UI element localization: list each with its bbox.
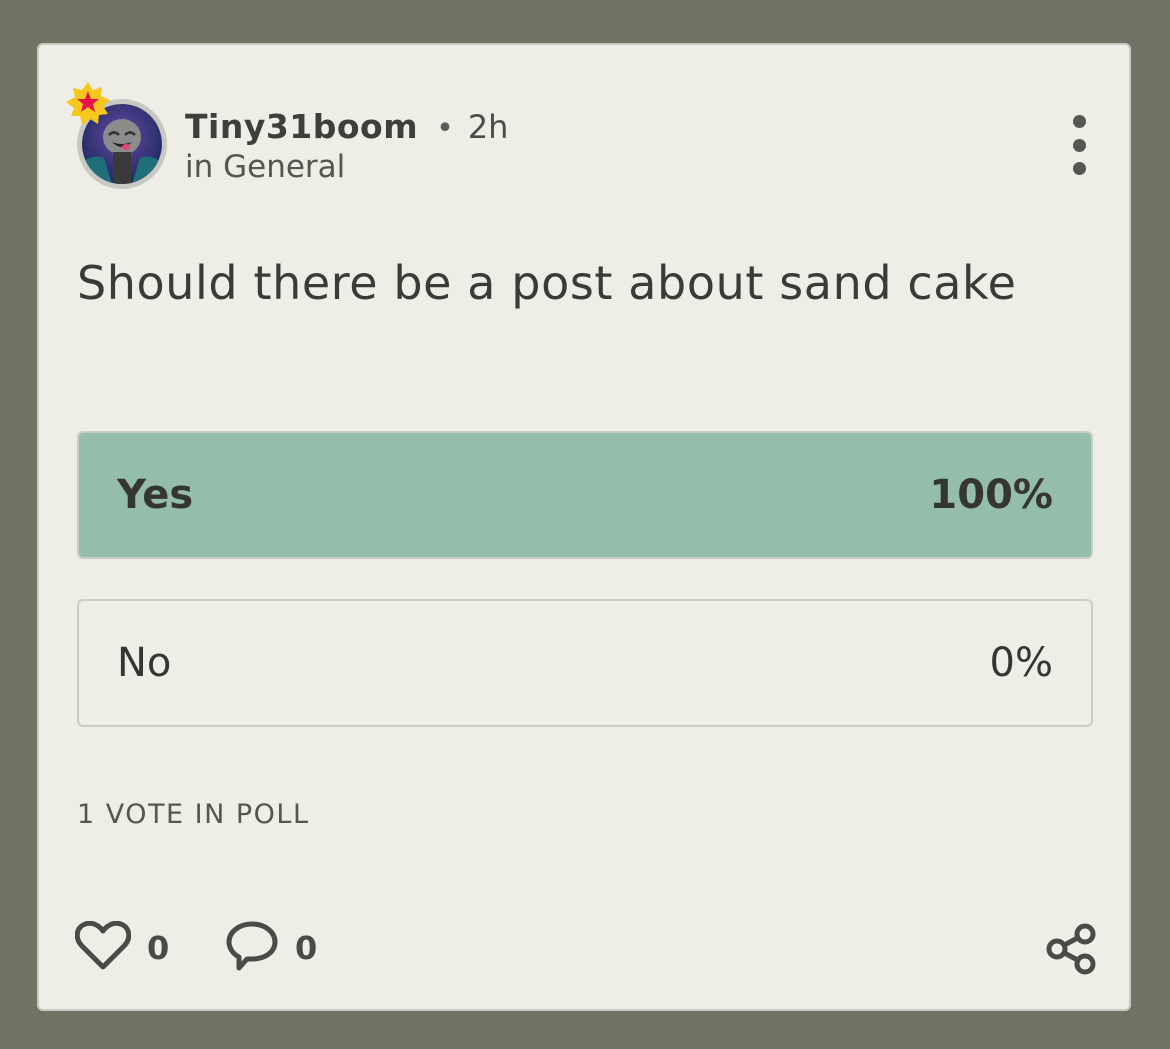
poll-option-percent: 0%: [989, 640, 1053, 686]
speech-bubble-icon: [225, 920, 279, 976]
separator-dot: •: [436, 111, 454, 146]
more-dot: [1072, 138, 1086, 152]
author-line: Tiny31boom • 2h: [185, 107, 508, 147]
poll-option-label: Yes: [117, 472, 194, 518]
comment-count: 0: [295, 929, 318, 967]
more-dot: [1072, 115, 1086, 128]
post-title: Should there be a post about sand cake: [77, 256, 1017, 310]
poll-option-label: No: [117, 640, 172, 686]
like-button[interactable]: 0: [74, 913, 170, 983]
post-footer: 0 0: [74, 913, 1099, 983]
poll-option-yes[interactable]: Yes 100%: [77, 431, 1093, 559]
like-count: 0: [147, 929, 170, 967]
author-name[interactable]: Tiny31boom: [185, 107, 418, 146]
poll-vote-count: 1 VOTE IN POLL: [77, 799, 310, 830]
comment-button[interactable]: 0: [225, 913, 317, 983]
share-icon[interactable]: [1043, 921, 1099, 977]
author-block: Tiny31boom • 2h in General: [185, 107, 508, 185]
more-vertical-icon[interactable]: [1065, 115, 1093, 175]
post-category[interactable]: in General: [185, 149, 508, 185]
more-dot: [1072, 162, 1086, 175]
post-header: Tiny31boom • 2h in General: [66, 82, 1097, 195]
poll-option-no[interactable]: No 0%: [77, 599, 1093, 727]
star-badge-icon: [65, 81, 111, 127]
poll-option-percent: 100%: [929, 472, 1053, 518]
heart-icon: [74, 920, 132, 975]
post-time: 2h: [467, 108, 509, 146]
author-avatar-wrap[interactable]: [66, 82, 167, 189]
post-card: Tiny31boom • 2h in General Should there …: [37, 43, 1131, 1011]
